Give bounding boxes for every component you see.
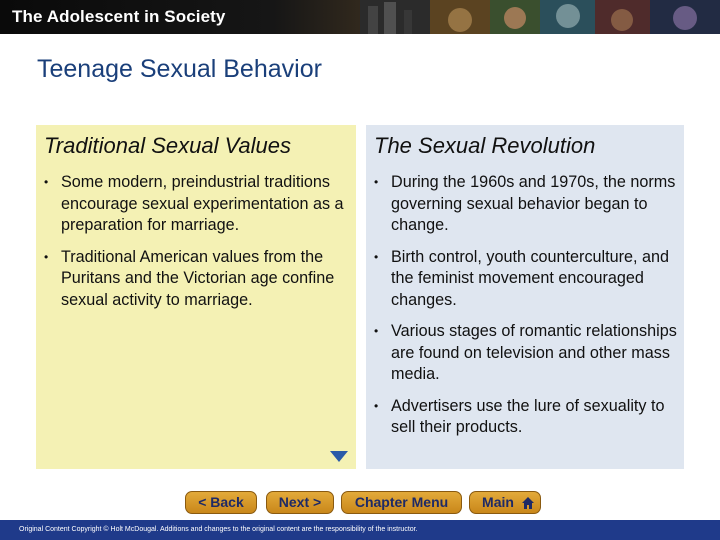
panel-heading: The Sexual Revolution — [374, 133, 596, 158]
bullet-dot-icon: • — [374, 398, 379, 413]
next-button[interactable]: Next > — [266, 491, 334, 514]
house-icon — [522, 497, 534, 509]
list-item: • Various stages of romantic relationshi… — [374, 321, 680, 386]
list-item: • Advertisers use the lure of sexuality … — [374, 396, 680, 439]
panel-heading: Traditional Sexual Values — [44, 133, 292, 158]
back-button[interactable]: < Back — [185, 491, 257, 514]
copyright-text: Original Content Copyright © Holt McDoug… — [19, 526, 418, 533]
bullet-text: During the 1960s and 1970s, the norms go… — [391, 173, 676, 234]
bullet-text: Advertisers use the lure of sexuality to… — [391, 396, 665, 437]
bullet-list: • During the 1960s and 1970s, the norms … — [374, 172, 680, 449]
chapter-menu-button[interactable]: Chapter Menu — [341, 491, 462, 514]
sexual-revolution-panel: The Sexual Revolution • During the 1960s… — [366, 125, 684, 469]
bullet-text: Various stages of romantic relationships… — [391, 322, 677, 383]
bullet-text: Some modern, preindustrial traditions en… — [61, 173, 344, 234]
list-item: • During the 1960s and 1970s, the norms … — [374, 172, 680, 237]
bullet-dot-icon: • — [374, 249, 379, 264]
bullet-dot-icon: • — [44, 175, 49, 189]
bullet-list: • Some modern, preindustrial traditions … — [44, 172, 344, 321]
list-item: • Some modern, preindustrial traditions … — [44, 172, 344, 237]
bullet-dot-icon: • — [374, 175, 379, 189]
banner-title: The Adolescent in Society — [12, 7, 226, 26]
list-item: • Birth control, youth counterculture, a… — [374, 247, 680, 312]
list-item: • Traditional American values from the P… — [44, 247, 344, 312]
header-banner: The Adolescent in Society — [0, 0, 720, 34]
bullet-text: Traditional American values from the Pur… — [61, 247, 335, 309]
bullet-dot-icon: • — [44, 249, 49, 264]
main-button-label: Main — [482, 494, 514, 510]
traditional-values-panel: Traditional Sexual Values • Some modern,… — [36, 125, 356, 469]
bullet-dot-icon: • — [374, 324, 379, 338]
down-triangle-icon[interactable] — [330, 451, 348, 462]
footer-bar: Original Content Copyright © Holt McDoug… — [0, 520, 720, 540]
bullet-text: Birth control, youth counterculture, and… — [391, 247, 670, 309]
banner-collage-image — [360, 0, 720, 34]
main-button[interactable]: Main — [469, 491, 541, 514]
page-title: Teenage Sexual Behavior — [37, 55, 322, 83]
